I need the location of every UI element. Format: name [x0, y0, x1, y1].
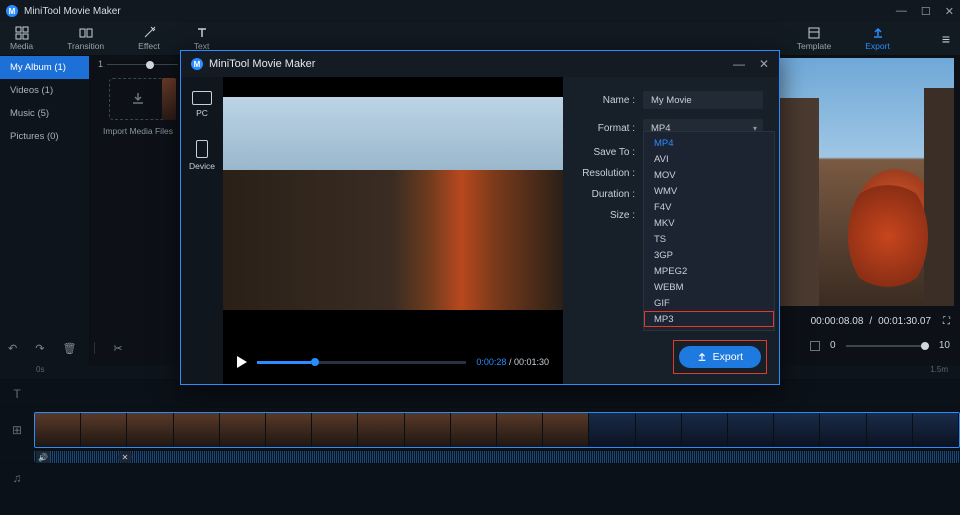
- dialog-seek-slider[interactable]: [257, 361, 466, 364]
- cut-scissors-icon[interactable]: ✂: [113, 342, 122, 355]
- device-phone-icon: [196, 140, 208, 158]
- export-target-device[interactable]: Device: [189, 140, 215, 171]
- clip-split-icon[interactable]: ✕: [118, 451, 132, 463]
- export-upload-icon: [697, 352, 707, 362]
- app-title: MiniTool Movie Maker: [24, 6, 121, 17]
- window-minimize-icon[interactable]: —: [896, 5, 907, 18]
- media-panel: Import Media Files: [98, 78, 178, 136]
- format-option-mpeg2[interactable]: MPEG2: [644, 263, 774, 279]
- stop-icon[interactable]: [810, 341, 820, 351]
- undo-icon[interactable]: ↶: [8, 342, 17, 355]
- volume-value-label: 10: [939, 340, 950, 351]
- export-target-pc[interactable]: PC: [192, 91, 212, 118]
- dialog-titlebar: M MiniTool Movie Maker — ✕: [181, 51, 779, 77]
- timeline-video-track[interactable]: ⊞: [0, 407, 960, 451]
- timeline: 0s 1.5m T ⊞ 🔊 ✕ ♫: [0, 365, 960, 515]
- format-option-3gp[interactable]: 3GP: [644, 247, 774, 263]
- sidebar-item-pictures[interactable]: Pictures (0): [0, 125, 89, 148]
- format-option-mov[interactable]: MOV: [644, 167, 774, 183]
- format-label: Format :: [579, 123, 643, 134]
- dialog-preview: 0:00:28 / 00:01:30: [223, 77, 563, 384]
- format-option-f4v[interactable]: F4V: [644, 199, 774, 215]
- import-media-label: Import Media Files: [98, 126, 178, 136]
- video-track-icon: ⊞: [0, 423, 34, 437]
- export-upload-icon: [871, 26, 885, 40]
- dialog-player-controls: 0:00:28 / 00:01:30: [223, 340, 563, 384]
- format-option-mkv[interactable]: MKV: [644, 215, 774, 231]
- preview-time-readout: 00:00:08.08/00:01:30.07 ⛶: [811, 316, 950, 327]
- toolbar-template-button[interactable]: Template: [797, 26, 832, 51]
- saveto-label: Save To :: [579, 147, 643, 158]
- format-option-gif[interactable]: GIF: [644, 295, 774, 311]
- clip-mute-icon[interactable]: 🔊: [36, 451, 50, 463]
- audio-track-icon: ♫: [0, 471, 34, 485]
- sidebar-item-my-album[interactable]: My Album (1): [0, 56, 89, 79]
- preview-current-time: 00:00:08.08: [811, 316, 864, 327]
- play-icon[interactable]: [237, 356, 247, 368]
- format-option-wmv[interactable]: WMV: [644, 183, 774, 199]
- preview-player-controls: 0 10: [810, 340, 950, 351]
- delete-icon[interactable]: 🗑: [62, 342, 76, 355]
- duration-label: Duration :: [579, 189, 643, 200]
- toolbar-export-button[interactable]: Export: [865, 26, 890, 51]
- export-form: Name : My Movie Format : MP4▾ Save To : …: [563, 77, 779, 384]
- dialog-target-rail: PC Device: [181, 77, 223, 384]
- timeline-audio-track[interactable]: ♫: [0, 463, 960, 491]
- dialog-title: MiniTool Movie Maker: [209, 58, 315, 70]
- name-label: Name :: [579, 95, 643, 106]
- text-icon: [195, 26, 209, 40]
- dialog-preview-frame: [223, 97, 563, 340]
- window-maximize-icon[interactable]: ☐: [921, 5, 931, 18]
- import-download-icon: [129, 90, 147, 108]
- template-icon: [807, 26, 821, 40]
- media-grid-icon: [15, 26, 29, 40]
- dialog-total-time: 00:01:30: [514, 357, 549, 367]
- timeline-action-row: ↶ ↷ 🗑 ✂: [8, 342, 123, 355]
- preview-panel: [759, 58, 954, 318]
- format-option-ts[interactable]: TS: [644, 231, 774, 247]
- name-input[interactable]: My Movie: [643, 91, 763, 109]
- format-option-mp3[interactable]: MP3: [644, 311, 774, 327]
- window-close-icon[interactable]: ✕: [945, 5, 954, 18]
- fullscreen-icon[interactable]: ⛶: [943, 316, 950, 327]
- sidebar-item-videos[interactable]: Videos (1): [0, 79, 89, 102]
- resolution-label: Resolution :: [579, 168, 643, 179]
- export-button-highlight: Export: [673, 340, 767, 374]
- size-label: Size :: [579, 210, 643, 221]
- text-track-icon: T: [0, 387, 34, 401]
- redo-icon[interactable]: ↷: [35, 342, 44, 355]
- dialog-current-time: 0:00:28: [476, 357, 506, 367]
- transition-icon: [79, 26, 93, 40]
- menu-hamburger-icon[interactable]: ≡: [942, 31, 950, 47]
- export-dialog: M MiniTool Movie Maker — ✕ PC Device: [180, 50, 780, 385]
- dialog-close-icon[interactable]: ✕: [759, 57, 769, 71]
- video-clip[interactable]: [34, 412, 960, 448]
- app-titlebar: M MiniTool Movie Maker — ☐ ✕: [0, 0, 960, 22]
- toolbar-transition-button[interactable]: Transition: [67, 26, 104, 51]
- import-media-button[interactable]: [109, 78, 167, 120]
- audio-waveform[interactable]: [34, 451, 960, 463]
- toolbar-effect-button[interactable]: Effect: [138, 26, 160, 51]
- toolbar-text-button[interactable]: Text: [194, 26, 210, 51]
- dialog-minimize-icon[interactable]: —: [733, 57, 745, 71]
- format-dropdown: MP4 AVI MOV WMV F4V MKV TS 3GP MPEG2 WEB…: [643, 131, 775, 331]
- export-button[interactable]: Export: [679, 346, 761, 368]
- format-option-avi[interactable]: AVI: [644, 151, 774, 167]
- toolbar-media-button[interactable]: Media: [10, 26, 33, 51]
- volume-slider[interactable]: [846, 345, 929, 347]
- preview-frame: [759, 58, 954, 306]
- format-option-mp4[interactable]: MP4: [644, 135, 774, 151]
- preview-total-time: 00:01:30.07: [878, 316, 931, 327]
- volume-left-label: 0: [830, 340, 836, 351]
- media-thumbnail[interactable]: [162, 78, 176, 120]
- app-logo-icon: M: [6, 5, 18, 17]
- format-option-webm[interactable]: WEBM: [644, 279, 774, 295]
- sidebar-item-music[interactable]: Music (5): [0, 102, 89, 125]
- effect-wand-icon: [142, 26, 156, 40]
- dialog-logo-icon: M: [191, 58, 203, 70]
- pc-monitor-icon: [192, 91, 212, 105]
